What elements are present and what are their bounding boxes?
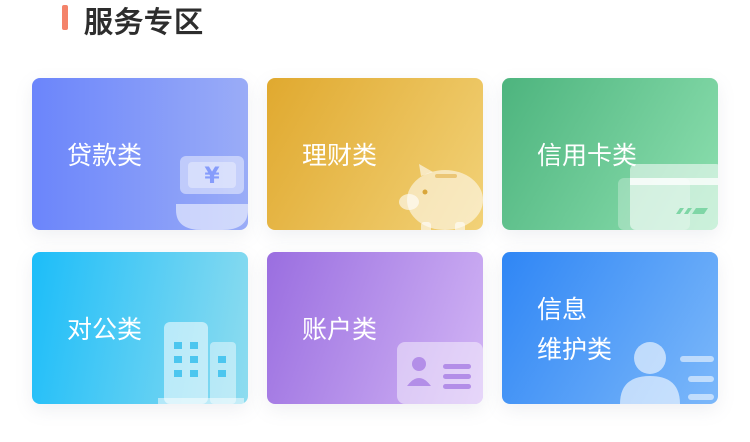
service-label-info-line1: 信息 bbox=[537, 295, 588, 324]
building-icon bbox=[158, 322, 244, 404]
service-label-finance: 理财类 bbox=[302, 141, 378, 170]
service-label-loan: 贷款类 bbox=[67, 141, 143, 170]
piggy-bank-icon bbox=[399, 164, 483, 230]
credit-card-icon bbox=[618, 164, 718, 230]
service-card-corporate[interactable]: 对公类 bbox=[32, 252, 248, 404]
service-card-info[interactable]: 信息 维护类 bbox=[502, 252, 718, 404]
service-card-account[interactable]: 账户类 bbox=[267, 252, 483, 404]
user-profile-icon bbox=[620, 342, 714, 404]
service-card-loan[interactable]: 贷款类 ¥ bbox=[32, 78, 248, 230]
service-label-info: 信息 维护类 bbox=[537, 290, 612, 370]
svg-text:¥: ¥ bbox=[204, 164, 220, 189]
section-accent-bar bbox=[62, 5, 68, 30]
service-card-finance[interactable]: 理财类 bbox=[267, 78, 483, 230]
yuan-hand-icon: ¥ bbox=[176, 156, 248, 230]
service-label-corporate: 对公类 bbox=[67, 315, 143, 344]
section-title: 服务专区 bbox=[84, 5, 205, 39]
service-label-account: 账户类 bbox=[302, 315, 378, 344]
service-label-info-line2: 维护类 bbox=[537, 335, 613, 364]
id-card-icon bbox=[397, 342, 483, 404]
service-card-credit[interactable]: 信用卡类 bbox=[502, 78, 718, 230]
